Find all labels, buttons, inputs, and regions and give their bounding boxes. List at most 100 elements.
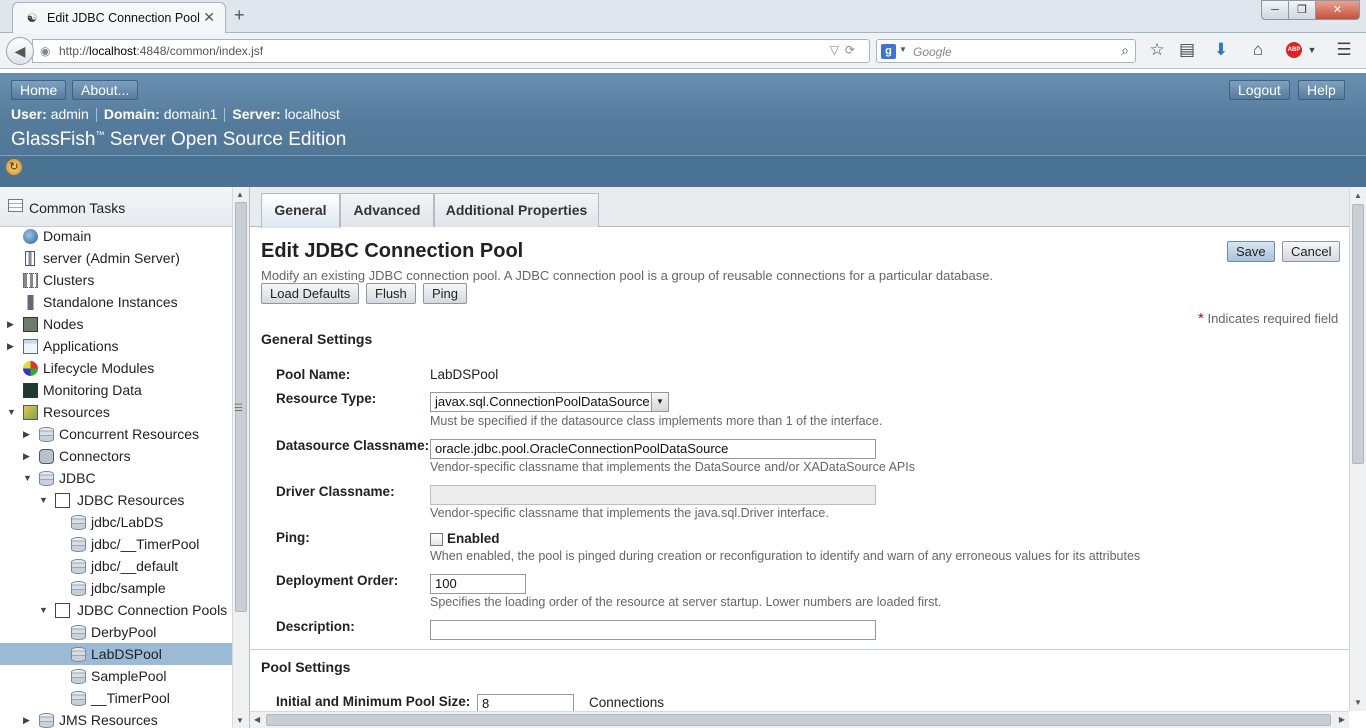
tree-item-labdspool[interactable]: LabDSPool <box>0 643 232 665</box>
load-defaults-button[interactable]: Load Defaults <box>261 283 360 304</box>
scroll-right-icon[interactable]: ▶ <box>1339 715 1345 724</box>
flush-button[interactable]: Flush <box>366 283 416 304</box>
collapse-icon[interactable]: ▼ <box>7 401 17 423</box>
tree-item-resources[interactable]: ▼ Resources <box>0 401 232 423</box>
product-title: GlassFish™ Server Open Source Edition <box>11 129 347 150</box>
back-button[interactable]: ◀ <box>6 37 34 65</box>
collapse-icon[interactable]: ▼ <box>39 599 49 621</box>
ping-enabled-checkbox[interactable] <box>430 533 443 546</box>
browser-tab-title: Edit JDBC Connection Pool <box>47 11 200 25</box>
collapse-icon[interactable]: ▼ <box>39 489 49 511</box>
tree-item-label: Standalone Instances <box>43 294 178 310</box>
tree-item-label: jdbc/__TimerPool <box>91 536 200 552</box>
tree-item-jdbc-default[interactable]: jdbc/__default <box>0 555 232 577</box>
cluster-icon <box>23 273 38 288</box>
expand-icon[interactable]: ▶ <box>23 445 33 467</box>
home-button[interactable]: Home <box>11 80 67 100</box>
resource-type-select[interactable]: javax.sql.ConnectionPoolDataSource ▼ <box>430 392 669 412</box>
bookmark-star-icon[interactable]: ☆ <box>1147 40 1167 60</box>
tree-item-label: SamplePool <box>91 668 167 684</box>
tree-scrollbar[interactable]: ▲ ▼ <box>232 187 249 728</box>
window-close-button[interactable]: ✕ <box>1315 0 1360 20</box>
expand-icon[interactable]: ▶ <box>7 313 17 335</box>
logout-button[interactable]: Logout <box>1229 80 1290 100</box>
refresh-icon[interactable]: ↻ <box>6 159 22 175</box>
content-vertical-scrollbar-thumb[interactable] <box>1352 204 1364 464</box>
collapse-icon[interactable]: ▼ <box>23 467 33 489</box>
common-tasks-header[interactable]: Common Tasks <box>0 187 232 227</box>
scroll-down-icon[interactable]: ▼ <box>1354 698 1362 707</box>
google-engine-icon[interactable]: g <box>881 44 896 59</box>
tree-item-samplepool[interactable]: SamplePool <box>0 665 232 687</box>
expand-icon[interactable]: ▶ <box>23 423 33 445</box>
tree-item-monitoring-data[interactable]: Monitoring Data <box>0 379 232 401</box>
chevron-down-icon[interactable]: ▼ <box>1302 45 1322 55</box>
description-input[interactable] <box>430 620 876 640</box>
ping-button[interactable]: Ping <box>423 283 468 304</box>
scroll-up-icon[interactable]: ▲ <box>236 190 244 199</box>
tab-advanced[interactable]: Advanced <box>340 193 434 227</box>
tree-item-jdbc-timerpool[interactable]: jdbc/__TimerPool <box>0 533 232 555</box>
tree-item-timerpool[interactable]: __TimerPool <box>0 687 232 709</box>
tree-item-server[interactable]: server (Admin Server) <box>0 247 232 269</box>
tree-item-standalone-instances[interactable]: Standalone Instances <box>0 291 232 313</box>
pane-splitter-handle[interactable]: ☰ <box>234 403 243 414</box>
tree-item-connectors[interactable]: ▶ Connectors <box>0 445 232 467</box>
browser-tab[interactable]: ☯ Edit JDBC Connection Pool ✕ <box>12 2 226 33</box>
tree-item-label: Nodes <box>43 316 84 332</box>
content-horizontal-scrollbar[interactable]: ◀ ▶ <box>250 711 1349 728</box>
ping-enabled-label[interactable]: Enabled <box>447 531 500 546</box>
database-icon <box>39 471 54 486</box>
search-placeholder: Google <box>913 45 952 59</box>
content-vertical-scrollbar[interactable]: ▲ ▼ <box>1349 187 1366 711</box>
tree-item-jms-resources[interactable]: ▶ JMS Resources <box>0 709 232 728</box>
tree-item-concurrent-resources[interactable]: ▶ Concurrent Resources <box>0 423 232 445</box>
dropdown-reload-icons[interactable]: ▽⟳ <box>830 43 861 57</box>
close-tab-icon[interactable]: ✕ <box>203 9 215 26</box>
chevron-down-icon[interactable]: ▼ <box>899 45 907 54</box>
tree-item-applications[interactable]: ▶ Applications <box>0 335 232 357</box>
tree-item-derbypool[interactable]: DerbyPool <box>0 621 232 643</box>
tree-item-lifecycle-modules[interactable]: Lifecycle Modules <box>0 357 232 379</box>
tree-item-label: __TimerPool <box>91 690 170 706</box>
tree-item-jdbc-resources[interactable]: ▼ JDBC Resources <box>0 489 232 511</box>
tree-item-label: JMS Resources <box>59 712 158 728</box>
help-button[interactable]: Help <box>1298 80 1345 100</box>
tree-item-jdbc-connection-pools[interactable]: ▼ JDBC Connection Pools <box>0 599 232 621</box>
save-button[interactable]: Save <box>1227 241 1275 262</box>
connector-icon <box>39 449 54 464</box>
driver-classname-input[interactable] <box>430 485 876 505</box>
resource-type-label: Resource Type: <box>276 391 377 406</box>
tree-item-domain[interactable]: Domain <box>0 225 232 247</box>
home-icon[interactable]: ⌂ <box>1248 40 1268 60</box>
tree-item-jdbc[interactable]: ▼ JDBC <box>0 467 232 489</box>
download-arrow-icon[interactable]: ⬇ <box>1211 40 1231 60</box>
tree-item-clusters[interactable]: Clusters <box>0 269 232 291</box>
chevron-down-icon[interactable]: ▼ <box>651 393 668 411</box>
hamburger-menu-icon[interactable]: ☰ <box>1334 40 1354 60</box>
scroll-down-icon[interactable]: ▼ <box>236 716 244 725</box>
cancel-button[interactable]: Cancel <box>1282 241 1341 262</box>
tree-item-nodes[interactable]: ▶ Nodes <box>0 313 232 335</box>
adblock-plus-icon[interactable]: ABP <box>1286 42 1302 58</box>
tab-general[interactable]: General <box>261 193 340 228</box>
tree-item-label: Connectors <box>59 448 131 464</box>
expand-icon[interactable]: ▶ <box>7 335 17 357</box>
datasource-classname-input[interactable]: oracle.jdbc.pool.OracleConnectionPoolDat… <box>430 439 876 459</box>
new-tab-icon[interactable]: + <box>234 5 245 26</box>
scroll-up-icon[interactable]: ▲ <box>1354 191 1362 200</box>
content-horizontal-scrollbar-thumb[interactable] <box>266 714 1331 726</box>
search-box[interactable]: g ▼ Google ⌕ <box>876 39 1136 63</box>
scroll-left-icon[interactable]: ◀ <box>254 715 260 724</box>
clipboard-icon[interactable]: ▤ <box>1177 40 1197 60</box>
search-icon[interactable]: ⌕ <box>1121 42 1129 59</box>
expand-icon[interactable]: ▶ <box>23 709 33 728</box>
tree-item-jdbc-sample[interactable]: jdbc/sample <box>0 577 232 599</box>
tab-additional-properties[interactable]: Additional Properties <box>434 193 599 227</box>
window-maximize-button[interactable]: ❐ <box>1288 0 1316 20</box>
deployment-order-input[interactable]: 100 <box>430 574 526 594</box>
about-button[interactable]: About... <box>72 80 139 100</box>
address-bar[interactable]: ◉ http://localhost:4848/common/index.jsf… <box>32 39 870 63</box>
window-minimize-button[interactable]: ─ <box>1261 0 1289 20</box>
tree-item-jdbc-labds[interactable]: jdbc/LabDS <box>0 511 232 533</box>
